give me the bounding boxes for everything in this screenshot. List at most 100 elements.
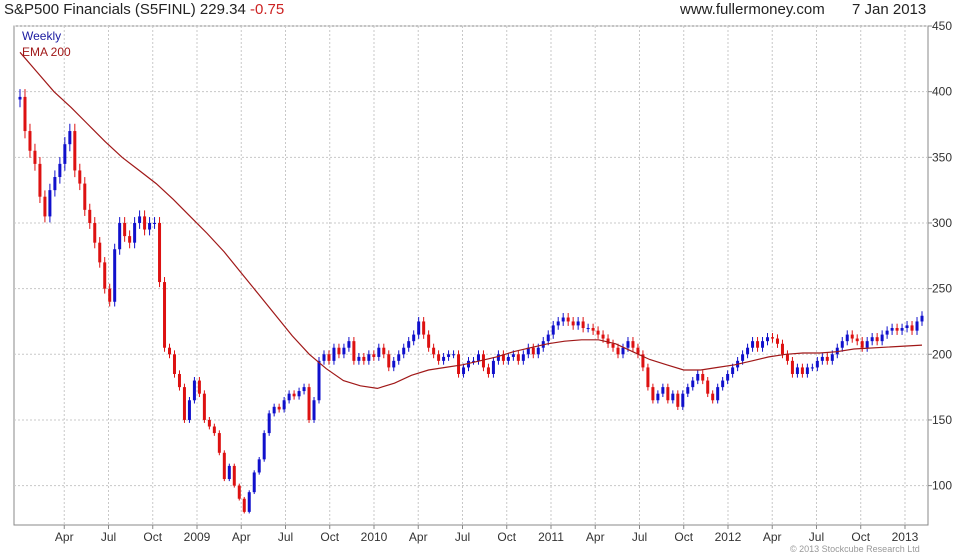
candle-body [133, 222, 137, 243]
candle-body [407, 341, 411, 348]
candle-body [108, 288, 112, 302]
candle-body [187, 400, 191, 420]
candle-body [48, 190, 52, 217]
candle-body [148, 222, 152, 230]
candle-body [611, 343, 615, 348]
candle-body [73, 131, 77, 171]
candle-body [686, 387, 690, 394]
candle-body [402, 347, 406, 355]
y-tick-label: 300 [932, 216, 952, 230]
candle-body [810, 367, 814, 369]
candle-body [33, 150, 37, 164]
candle-body [491, 360, 495, 374]
candle-body [900, 328, 904, 331]
candle-body [227, 465, 231, 480]
candle-body [347, 341, 351, 348]
candle-body [666, 387, 670, 401]
candle-body [317, 360, 321, 401]
candle-body [262, 433, 266, 460]
candle-body [447, 354, 451, 357]
candle-body [432, 347, 436, 355]
x-tick-label: 2009 [184, 530, 211, 544]
candle-body [780, 343, 784, 355]
legend-weekly: Weekly [22, 29, 61, 43]
candle-body [516, 354, 520, 361]
y-axis-ticks: 100 150 200 250 300 350 400 450 [928, 19, 952, 493]
candle-body [43, 196, 47, 217]
candle-body [93, 222, 97, 243]
candle-body [38, 163, 42, 197]
candle-body [726, 373, 730, 381]
candle-body [890, 328, 894, 331]
candle-body [805, 367, 809, 374]
candle-body [68, 131, 72, 145]
candle-body [706, 380, 710, 394]
candle-body [103, 262, 107, 289]
candle-body [746, 347, 750, 355]
candle-body [850, 334, 854, 339]
candle-body [875, 337, 879, 342]
candle-body [153, 222, 157, 224]
candle-body [551, 325, 555, 335]
candle-body [257, 459, 261, 473]
candle-body [272, 406, 276, 414]
candle-body [656, 393, 660, 401]
candle-body [571, 321, 575, 326]
candle-body [297, 391, 301, 397]
candle-body [785, 354, 789, 361]
candle-body [910, 325, 914, 331]
candle-body [616, 347, 620, 355]
x-tick-label: Apr [409, 530, 428, 544]
candle-body [820, 356, 824, 361]
candle-body [840, 341, 844, 348]
y-tick-label: 200 [932, 347, 952, 361]
candle-body [596, 330, 600, 335]
candle-body [462, 367, 466, 374]
candle-body [78, 170, 82, 184]
candle-body [292, 393, 296, 397]
candle-body [795, 367, 799, 374]
x-tick-label: Jul [632, 530, 647, 544]
x-tick-label: Jul [278, 530, 293, 544]
candle-body [586, 328, 590, 330]
x-tick-label: 2011 [538, 530, 564, 544]
candle-body [123, 222, 127, 237]
candle-body [631, 341, 635, 348]
candle-body [422, 321, 426, 335]
candle-body [182, 387, 186, 420]
candle-body [158, 222, 162, 283]
candle-body [362, 356, 366, 361]
candle-body [118, 222, 122, 250]
candle-body [207, 419, 211, 427]
candle-body [621, 347, 625, 355]
y-tick-label: 450 [932, 19, 952, 33]
x-tick-label: Oct [320, 530, 339, 544]
x-tick-label: Apr [232, 530, 251, 544]
candle-body [58, 163, 62, 178]
candle-body [138, 216, 142, 223]
candle-body [506, 356, 510, 361]
candle-body [646, 367, 650, 388]
candle-body [342, 347, 346, 355]
candle-body [865, 341, 869, 348]
x-tick-label: Apr [763, 530, 782, 544]
candle-body [332, 347, 336, 361]
candle-body [143, 216, 147, 230]
candle-body [232, 465, 236, 486]
candle-body [716, 387, 720, 401]
x-tick-label: Jul [101, 530, 116, 544]
candle-body [212, 426, 216, 434]
candle-body [177, 373, 181, 388]
candle-body [28, 131, 32, 151]
candle-body [237, 485, 241, 499]
x-tick-label: Apr [55, 530, 74, 544]
x-tick-label: Apr [586, 530, 605, 544]
candle-body [442, 356, 446, 361]
candle-body [172, 354, 176, 374]
candle-body [88, 209, 92, 223]
candle-body [392, 360, 396, 368]
candle-body [855, 338, 859, 342]
candle-body [267, 413, 271, 434]
candle-body [581, 321, 585, 329]
candle-body [556, 321, 560, 326]
